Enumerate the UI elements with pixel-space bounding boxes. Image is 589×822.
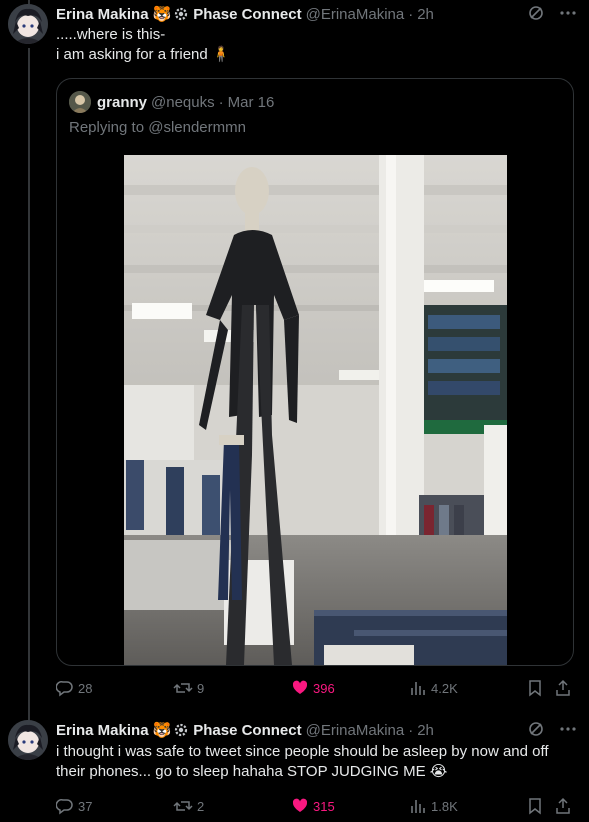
bookmark-icon xyxy=(529,798,541,815)
tweet-header: Erina Makina 🐯 Phase Connect @ErinaMakin… xyxy=(56,720,577,740)
quote-header: granny @nequks · Mar 16 xyxy=(69,91,274,113)
replying-prefix: Replying to xyxy=(69,119,149,136)
tweet-actions: 28 9 396 4.2K xyxy=(56,678,576,698)
tiger-emoji: 🐯 xyxy=(152,722,172,739)
bookmark-button[interactable] xyxy=(526,796,544,816)
replying-to-mention[interactable]: @slendermmn xyxy=(148,119,246,136)
heart-icon xyxy=(292,798,308,812)
affiliation-name[interactable]: Phase Connect xyxy=(193,722,301,739)
like-button[interactable]: 315 xyxy=(291,796,335,816)
tiger-emoji: 🐯 xyxy=(152,6,172,23)
affiliation-name[interactable]: Phase Connect xyxy=(193,6,301,23)
tweet-text-part: i am asking for a friend xyxy=(56,46,208,63)
views-icon xyxy=(411,682,425,695)
views-count: 1.8K xyxy=(431,798,458,814)
reply-icon xyxy=(56,799,73,815)
tweet-text: .....where is this- i am asking for a fr… xyxy=(56,25,577,65)
standing-person-emoji: 🧍 xyxy=(211,46,231,63)
replying-to: Replying to @slendermmn xyxy=(69,119,246,136)
quote-avatar[interactable] xyxy=(69,91,91,113)
quote-author-handle[interactable]: @nequks xyxy=(151,94,215,111)
like-count: 315 xyxy=(313,798,335,814)
grok-icon[interactable] xyxy=(527,4,545,22)
quote-photo[interactable] xyxy=(124,155,507,665)
author-handle[interactable]: @ErinaMakina xyxy=(306,722,405,739)
timestamp[interactable]: 2h xyxy=(417,6,434,23)
reply-count: 37 xyxy=(78,798,93,814)
heart-icon xyxy=(292,680,308,694)
tweet-actions: 37 2 315 1.8K xyxy=(56,796,576,816)
reply-count: 28 xyxy=(78,680,93,696)
reply-button[interactable]: 28 xyxy=(56,678,92,698)
retweet-button[interactable]: 2 xyxy=(173,796,204,816)
quoted-tweet[interactable]: granny @nequks · Mar 16 Replying to @sle… xyxy=(56,78,574,666)
avatar[interactable] xyxy=(8,4,48,44)
reply-icon xyxy=(56,681,73,697)
mannequin-photo xyxy=(124,155,507,665)
retweet-icon xyxy=(173,683,193,693)
tweet-text-line: .....where is this- xyxy=(56,26,166,43)
separator-dot: · xyxy=(218,93,224,111)
separator-dot: · xyxy=(408,5,414,23)
like-count: 396 xyxy=(313,680,335,696)
views-icon xyxy=(411,800,425,813)
views-count: 4.2K xyxy=(431,680,458,696)
more-icon[interactable] xyxy=(559,720,577,738)
avatar[interactable] xyxy=(8,720,48,760)
share-icon xyxy=(556,797,570,814)
tweet-header: Erina Makina 🐯 Phase Connect @ErinaMakin… xyxy=(56,4,577,24)
views-button[interactable]: 1.8K xyxy=(409,796,458,816)
tweet[interactable]: Erina Makina 🐯 Phase Connect @ErinaMakin… xyxy=(0,0,589,712)
tweet[interactable]: Erina Makina 🐯 Phase Connect @ErinaMakin… xyxy=(0,712,589,822)
grok-icon[interactable] xyxy=(527,720,545,738)
quote-author-name[interactable]: granny xyxy=(97,94,147,111)
retweet-count: 9 xyxy=(197,680,205,696)
affiliation-gear-icon[interactable] xyxy=(173,6,189,22)
thread-line xyxy=(28,48,30,712)
share-button[interactable] xyxy=(554,678,572,698)
timestamp[interactable]: 2h xyxy=(417,722,434,739)
more-icon[interactable] xyxy=(559,4,577,22)
like-button[interactable]: 396 xyxy=(291,678,335,698)
tweet-text: i thought i was safe to tweet since peop… xyxy=(56,743,549,780)
retweet-icon xyxy=(173,801,193,811)
bookmark-button[interactable] xyxy=(526,678,544,698)
author-handle[interactable]: @ErinaMakina xyxy=(306,6,405,23)
share-button[interactable] xyxy=(554,796,572,816)
share-icon xyxy=(556,679,570,696)
header-actions xyxy=(527,4,577,22)
reply-button[interactable]: 37 xyxy=(56,796,92,816)
retweet-button[interactable]: 9 xyxy=(173,678,204,698)
separator-dot: · xyxy=(408,721,414,739)
bookmark-icon xyxy=(529,680,541,697)
affiliation-gear-icon[interactable] xyxy=(173,722,189,738)
tweet-text-line: i am asking for a friend 🧍 xyxy=(56,45,577,65)
author-name[interactable]: Erina Makina xyxy=(56,722,149,739)
author-name[interactable]: Erina Makina xyxy=(56,6,149,23)
views-button[interactable]: 4.2K xyxy=(409,678,458,698)
header-actions xyxy=(527,720,577,738)
quote-timestamp[interactable]: Mar 16 xyxy=(228,94,275,111)
retweet-count: 2 xyxy=(197,798,205,814)
